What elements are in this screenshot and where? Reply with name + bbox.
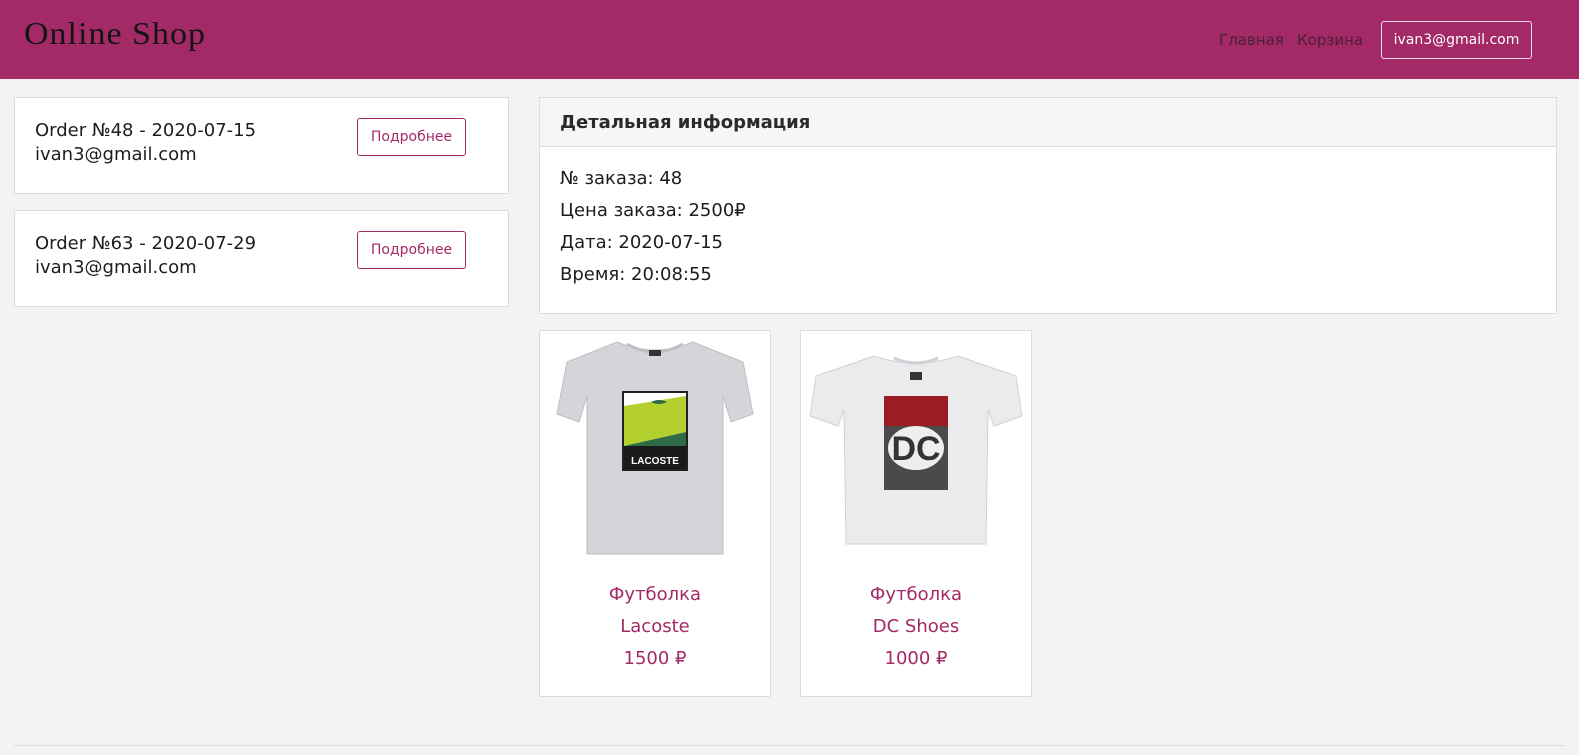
user-account-button[interactable]: ivan3@gmail.com	[1381, 21, 1532, 59]
order-time: Время: 20:08:55	[560, 264, 712, 285]
lacoste-graphic-text: LACOSTE	[631, 456, 679, 467]
product-name[interactable]: Футболка	[801, 584, 1031, 605]
lacoste-tshirt-image[interactable]: LACOSTE	[547, 336, 763, 558]
order-detail-panel: Детальная информация № заказа: 48 Цена з…	[539, 97, 1557, 314]
product-price: 1500 ₽	[623, 648, 687, 669]
order-email: ivan3@gmail.com	[35, 144, 197, 165]
product-brand[interactable]: DC Shoes	[801, 616, 1031, 637]
order-title: Order №48 - 2020-07-15	[35, 120, 257, 141]
product-brand[interactable]: Lacoste	[540, 616, 770, 637]
order-title: Order №63 - 2020-07-29	[35, 233, 257, 254]
brand-logo[interactable]: Online Shop	[24, 18, 206, 53]
order-details-button[interactable]: Подробнее	[357, 118, 466, 156]
navbar: Online Shop Главная Корзина ivan3@gmail.…	[0, 0, 1579, 79]
product-card[interactable]: DC Футболка DC Shoes 1000 ₽	[800, 330, 1032, 697]
dc-shoes-tshirt-image[interactable]: DC	[808, 336, 1024, 558]
order-price: Цена заказа: 2500₽	[560, 200, 746, 221]
nav-home-link[interactable]: Главная	[1219, 31, 1284, 49]
order-card: Order №63 - 2020-07-29 ivan3@gmail.com П…	[14, 210, 509, 307]
order-email: ivan3@gmail.com	[35, 257, 197, 278]
order-date: Дата: 2020-07-15	[560, 232, 724, 253]
product-name[interactable]: Футболка	[540, 584, 770, 605]
product-price: 1000 ₽	[884, 648, 948, 669]
footer-divider	[14, 745, 1565, 746]
product-card[interactable]: LACOSTE Футболка Lacoste 1500 ₽	[539, 330, 771, 697]
order-number: № заказа: 48	[560, 168, 683, 189]
detail-panel-header: Детальная информация	[540, 98, 1556, 147]
nav-cart-link[interactable]: Корзина	[1297, 31, 1363, 49]
order-details-button[interactable]: Подробнее	[357, 231, 466, 269]
order-card: Order №48 - 2020-07-15 ivan3@gmail.com П…	[14, 97, 509, 194]
dc-graphic-text: DC	[891, 430, 940, 468]
